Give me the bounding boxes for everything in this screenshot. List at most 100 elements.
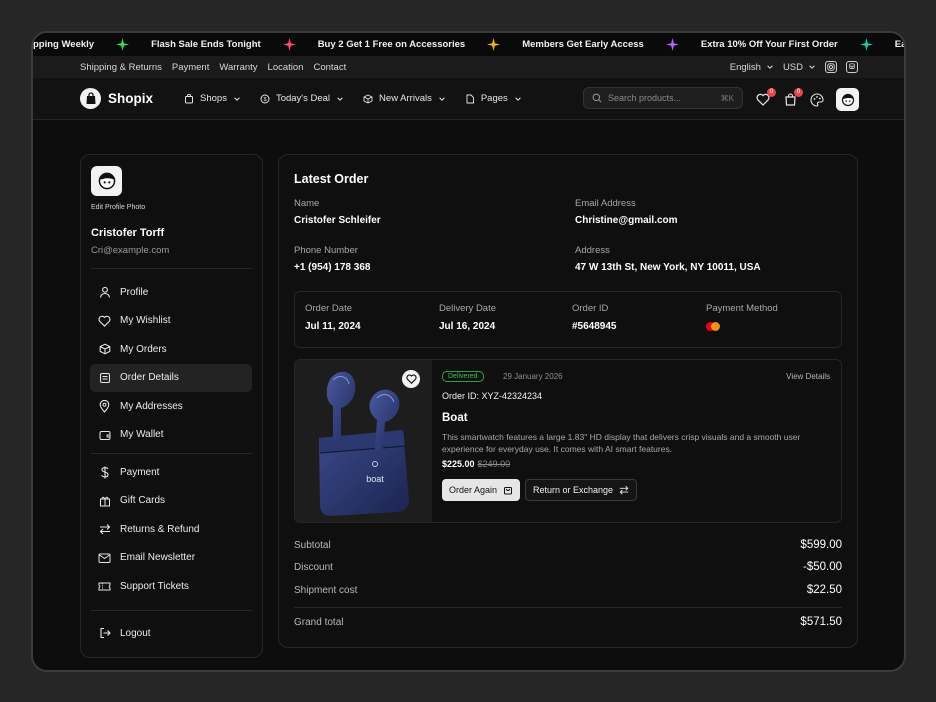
- subtotal-value: $599.00: [800, 539, 842, 551]
- location-icon: [98, 399, 111, 413]
- wishlist-button[interactable]: 0: [755, 87, 776, 108]
- sidebar-divider: [91, 610, 252, 611]
- shopping-bag-icon: [80, 88, 101, 109]
- exchange-icon: [619, 485, 629, 495]
- payment-method-label: Payment Method: [706, 303, 778, 314]
- wishlist-badge: 0: [767, 87, 776, 97]
- marquee-text: Buy 2 Get 1 Free on Accessories: [317, 39, 466, 50]
- search-input[interactable]: Search products... ⌘K: [583, 87, 743, 109]
- payment-link[interactable]: Payment: [172, 62, 210, 73]
- order-date-label: Order Date: [305, 303, 352, 314]
- order-id-label: Order ID: [572, 303, 609, 314]
- sidebar-divider: [91, 268, 252, 269]
- order-again-label: Order Again: [449, 485, 498, 495]
- sidebar-item-orders[interactable]: My Orders: [90, 335, 252, 364]
- shipping-returns-link[interactable]: Shipping & Returns: [80, 62, 162, 73]
- marquee-text: Flash Sale Ends Tonight: [151, 39, 261, 50]
- shipment-label: Shipment cost: [294, 584, 358, 596]
- order-meta: Order Date Jul 11, 2024 Delivery Date Ju…: [294, 291, 842, 348]
- email-label: Email Address: [575, 198, 636, 209]
- user-avatar-button[interactable]: [836, 88, 859, 111]
- logout-icon: [98, 627, 111, 640]
- summary-divider: [294, 607, 842, 608]
- sidebar-item-profile[interactable]: Profile: [90, 278, 252, 307]
- customer-address: 47 W 13th St, New York, NY 10011, USA: [575, 262, 761, 273]
- product-price: $225.00 $249.00: [442, 459, 510, 469]
- product-image: boat: [295, 360, 432, 522]
- sidebar-item-wishlist[interactable]: My Wishlist: [90, 307, 252, 336]
- utility-bar: Shipping & Returns Payment Warranty Loca…: [33, 56, 904, 78]
- user-icon: [98, 286, 111, 299]
- sidebar-item-label: Order Details: [120, 372, 179, 384]
- marquee-item: Members Get Early Access: [512, 38, 691, 51]
- profile-name: Cristofer Torff: [91, 227, 165, 239]
- contact-link[interactable]: Contact: [313, 62, 346, 73]
- sidebar-item-returns[interactable]: Returns & Refund: [90, 515, 252, 544]
- sparkle-icon: [665, 38, 679, 51]
- shopix-logo[interactable]: Shopix: [80, 88, 153, 109]
- avatar-icon: [841, 93, 854, 106]
- sidebar-item-gift-cards[interactable]: Gift Cards: [90, 487, 252, 516]
- exchange-icon: [98, 523, 111, 536]
- return-exchange-button[interactable]: Return or Exchange: [525, 479, 638, 501]
- marquee-text: Members Get Early Access: [522, 39, 644, 50]
- main-header: Shopix Shops $ Today's Deal New Arrivals…: [33, 78, 904, 120]
- nav-shops[interactable]: Shops: [184, 93, 241, 104]
- mastercard-icon: [706, 322, 778, 331]
- wishlist-toggle[interactable]: [402, 370, 420, 388]
- delivery-date-value: Jul 16, 2024: [439, 321, 496, 332]
- sidebar-item-payment[interactable]: Payment: [90, 458, 252, 487]
- sidebar-item-order-details[interactable]: Order Details: [90, 363, 252, 392]
- grand-total-value: $571.50: [800, 616, 842, 628]
- cart-button[interactable]: 0: [782, 87, 803, 108]
- order-id-field: Order ID #5648945: [572, 303, 617, 332]
- subtotal-label: Subtotal: [294, 539, 331, 551]
- search-placeholder: Search products...: [608, 93, 682, 103]
- marquee-text: Easy 30-Day Returns: [894, 39, 904, 50]
- warranty-link[interactable]: Warranty: [219, 62, 257, 73]
- dollar-icon: [98, 466, 111, 479]
- customer-email: Christine@gmail.com: [575, 215, 678, 226]
- order-again-button[interactable]: Order Again: [442, 479, 521, 501]
- ticket-icon: [98, 580, 111, 593]
- chevron-down-icon: [515, 96, 521, 101]
- nav-new-arrivals[interactable]: New Arrivals: [363, 93, 446, 104]
- discount-label: Discount: [294, 561, 333, 573]
- app-window: pping Weekly Flash Sale Ends Tonight Buy…: [31, 31, 906, 672]
- theme-button[interactable]: [809, 92, 825, 108]
- language-select[interactable]: English: [730, 62, 774, 73]
- sidebar-item-wallet[interactable]: My Wallet: [90, 421, 252, 450]
- customer-name: Cristofer Schleifer: [294, 215, 381, 226]
- chevron-down-icon: [234, 96, 240, 101]
- sidebar-item-label: My Addresses: [120, 400, 183, 412]
- nav-pages[interactable]: Pages: [465, 93, 522, 104]
- profile-avatar[interactable]: [91, 166, 122, 196]
- box-icon: [98, 343, 111, 356]
- currency-select[interactable]: USD: [783, 62, 816, 73]
- sidebar-item-support[interactable]: Support Tickets: [90, 572, 252, 601]
- header-actions: 0 0: [755, 87, 859, 111]
- case-logo-text: boat: [366, 474, 384, 484]
- promo-marquee: pping Weekly Flash Sale Ends Tonight Buy…: [33, 33, 904, 56]
- location-link[interactable]: Location: [268, 62, 304, 73]
- grand-total-label: Grand total: [294, 616, 344, 628]
- sidebar-divider: [91, 453, 252, 454]
- marquee-item: Flash Sale Ends Tonight: [141, 38, 308, 51]
- logout-menu: Logout: [90, 619, 252, 648]
- sidebar-item-label: Profile: [120, 286, 149, 298]
- nav-todays-deal[interactable]: $ Today's Deal: [260, 93, 344, 104]
- product-order-date: 29 January 2026: [503, 372, 563, 381]
- chevron-down-icon: [337, 96, 343, 101]
- instagram-icon[interactable]: [825, 61, 837, 73]
- status-badge: Delivered: [442, 371, 484, 382]
- page-icon: [466, 94, 474, 103]
- order-id-value: #5648945: [572, 321, 617, 332]
- search-icon: [592, 93, 602, 103]
- sidebar-item-newsletter[interactable]: Email Newsletter: [90, 544, 252, 573]
- edit-profile-photo-link[interactable]: Edit Profile Photo: [91, 204, 145, 211]
- logout-button[interactable]: Logout: [90, 619, 252, 648]
- marquee-item: Extra 10% Off Your First Order: [691, 38, 885, 51]
- view-details-link[interactable]: View Details: [786, 372, 830, 381]
- figma-icon[interactable]: [846, 61, 858, 73]
- sidebar-item-addresses[interactable]: My Addresses: [90, 392, 252, 421]
